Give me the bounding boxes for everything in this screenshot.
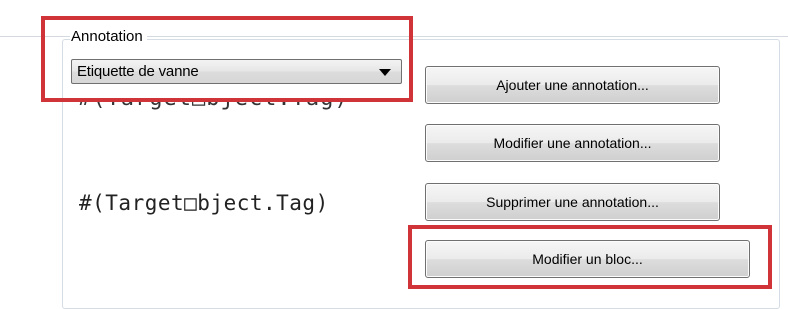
annotation-preview-partial-text: #(Target□bject.Tag) <box>78 101 349 111</box>
annotation-preview-text: #(Target□bject.Tag) <box>79 191 329 215</box>
delete-annotation-button[interactable]: Supprimer une annotation... <box>425 183 720 221</box>
edit-annotation-button[interactable]: Modifier une annotation... <box>425 124 720 162</box>
highlight-box-button <box>408 225 772 289</box>
add-annotation-button[interactable]: Ajouter une annotation... <box>425 66 720 104</box>
annotation-preview-partial: #(Target□bject.Tag) <box>78 101 408 115</box>
highlight-box-select <box>41 16 413 102</box>
